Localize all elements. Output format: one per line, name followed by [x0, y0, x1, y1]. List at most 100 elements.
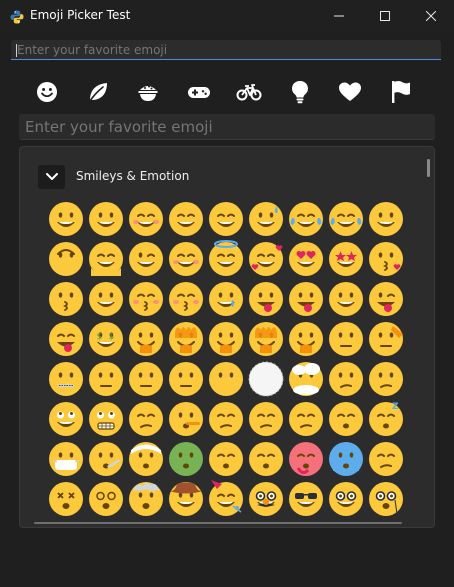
emoji-winking-face-tongue[interactable]	[367, 280, 405, 318]
emoji-face-rolling-eyes[interactable]	[47, 400, 85, 438]
category-activities[interactable]	[183, 76, 215, 108]
face-with-tears-of-joy-icon	[329, 202, 363, 236]
emoji-rolling-on-floor-laughing[interactable]	[287, 200, 325, 238]
emoji-face-raised-eyebrow[interactable]	[87, 360, 125, 398]
emoji-cowboy-hat-face[interactable]	[167, 480, 205, 518]
emoji-kissing-face-closed-eyes[interactable]	[127, 280, 165, 318]
svg-text:$: $	[109, 332, 115, 342]
emoji-grinning-face-smiling-eyes[interactable]	[127, 200, 165, 238]
emoji-partying-face[interactable]	[207, 480, 245, 518]
emoji-face-with-tears-of-joy[interactable]	[327, 200, 365, 238]
emoji-nerd-face[interactable]	[327, 480, 365, 518]
emoji-face-open-eyes-hand-over-mouth[interactable]	[167, 320, 205, 358]
emoji-search-input[interactable]	[19, 114, 435, 140]
emoji-face-thermometer[interactable]	[87, 440, 125, 478]
emoji-smiling-face-smiling-eyes[interactable]	[167, 240, 205, 278]
kissing-face-icon	[49, 282, 83, 316]
emoji-face-peeking-eye[interactable]	[247, 320, 285, 358]
collapse-button[interactable]	[38, 165, 65, 189]
emoji-smiling-face-sunglasses[interactable]	[287, 480, 325, 518]
vertical-scrollbar[interactable]	[427, 159, 430, 177]
emoji-sleepy-face[interactable]	[287, 400, 325, 438]
emoji-grinning-squinting-face[interactable]	[207, 200, 245, 238]
emoji-face-monocle[interactable]	[367, 480, 405, 518]
minimize-button[interactable]	[316, 0, 362, 32]
emoji-cold-face[interactable]	[327, 440, 365, 478]
emoji-zany-face[interactable]	[327, 280, 365, 318]
emoji-unamused-face[interactable]	[367, 360, 405, 398]
emoji-face-without-mouth[interactable]	[207, 360, 245, 398]
emoji-saluting-face[interactable]	[367, 320, 405, 358]
emoji-grinning-face-sweat[interactable]	[247, 200, 285, 238]
emoji-kissing-face[interactable]	[47, 280, 85, 318]
bicycle-icon	[236, 84, 262, 101]
emoji-hot-face[interactable]	[287, 440, 325, 478]
cowboy-hat-face-icon	[169, 482, 203, 516]
emoji-star-struck[interactable]	[327, 240, 365, 278]
emoji-winking-face[interactable]	[127, 240, 165, 278]
category-nature[interactable]	[82, 76, 114, 108]
emoji-nauseated-face[interactable]	[167, 440, 205, 478]
emoji-melting-face[interactable]	[87, 240, 125, 278]
emoji-heart-eyes[interactable]	[287, 240, 325, 278]
group-header[interactable]: Smileys & Emotion	[38, 165, 398, 189]
emoji-pensive-face[interactable]	[247, 400, 285, 438]
emoji-grinning-face[interactable]	[47, 200, 85, 238]
emoji-face-with-tongue[interactable]	[287, 280, 325, 318]
category-travel[interactable]	[233, 76, 265, 108]
emoji-woozy-face[interactable]	[367, 440, 405, 478]
horizontal-scrollbar[interactable]	[34, 522, 402, 524]
emoji-face-hand-over-mouth[interactable]	[207, 320, 245, 358]
emoji-face-head-bandage[interactable]	[127, 440, 165, 478]
emoji-drooling-face[interactable]	[327, 400, 365, 438]
emoji-hugging-face[interactable]	[127, 320, 165, 358]
emoji-face-in-clouds[interactable]	[287, 360, 325, 398]
emoji-money-mouth-face[interactable]: $ $	[87, 320, 125, 358]
emoji-relieved-face[interactable]	[207, 400, 245, 438]
lying-face-icon	[169, 402, 203, 436]
close-button[interactable]	[408, 0, 454, 32]
emoji-dotted-line-face[interactable]	[247, 360, 285, 398]
category-objects[interactable]	[284, 76, 316, 108]
zipper-mouth-face-icon	[49, 362, 83, 396]
emoji-zipper-mouth-face[interactable]	[47, 360, 85, 398]
emoji-face-savoring-food[interactable]	[247, 280, 285, 318]
emoji-face-medical-mask[interactable]	[47, 440, 85, 478]
category-flags[interactable]	[385, 76, 417, 108]
emoji-smiling-face-halo[interactable]	[207, 240, 245, 278]
top-search-input[interactable]	[11, 40, 441, 60]
emoji-grimacing-face[interactable]	[87, 400, 125, 438]
emoji-squinting-face-tongue[interactable]	[47, 320, 85, 358]
emoji-smiling-face-hearts[interactable]	[247, 240, 285, 278]
emoji-disguised-face[interactable]	[247, 480, 285, 518]
emoji-neutral-face[interactable]	[127, 360, 165, 398]
emoji-grinning-face-big-eyes[interactable]	[87, 200, 125, 238]
category-smileys[interactable]	[31, 76, 63, 108]
emoji-sleeping-face[interactable]: Z	[367, 400, 405, 438]
emoji-thinking-face[interactable]	[327, 320, 365, 358]
category-symbols[interactable]	[334, 76, 366, 108]
emoji-shushing-face[interactable]	[287, 320, 325, 358]
emoji-vomiting-face[interactable]	[207, 440, 245, 478]
emoji-beaming-face[interactable]	[167, 200, 205, 238]
emoji-kissing-face-smiling-eyes[interactable]	[167, 280, 205, 318]
emoji-smirking-face[interactable]	[327, 360, 365, 398]
emoji-lying-face[interactable]	[167, 400, 205, 438]
emoji-exploding-head[interactable]	[127, 480, 165, 518]
emoji-face-exhaling[interactable]	[127, 400, 165, 438]
emoji-face-spiral-eyes[interactable]	[87, 480, 125, 518]
emoji-face-crossed-out-eyes[interactable]	[47, 480, 85, 518]
emoji-panel[interactable]: Smileys & Emotion $ $ Z	[19, 146, 435, 528]
emoji-face-blowing-kiss[interactable]	[367, 240, 405, 278]
emoji-smiling-face[interactable]	[87, 280, 125, 318]
emoji-sneezing-face[interactable]	[247, 440, 285, 478]
emoji-upside-down-face[interactable]	[47, 240, 85, 278]
emoji-slightly-smiling-face[interactable]	[367, 200, 405, 238]
winking-face-icon	[129, 242, 163, 276]
lightbulb-icon	[292, 81, 308, 104]
emoji-expressionless-face[interactable]	[167, 360, 205, 398]
maximize-icon	[380, 11, 390, 21]
maximize-button[interactable]	[362, 0, 408, 32]
emoji-smiling-face-tear[interactable]	[207, 280, 245, 318]
category-food[interactable]	[132, 76, 164, 108]
